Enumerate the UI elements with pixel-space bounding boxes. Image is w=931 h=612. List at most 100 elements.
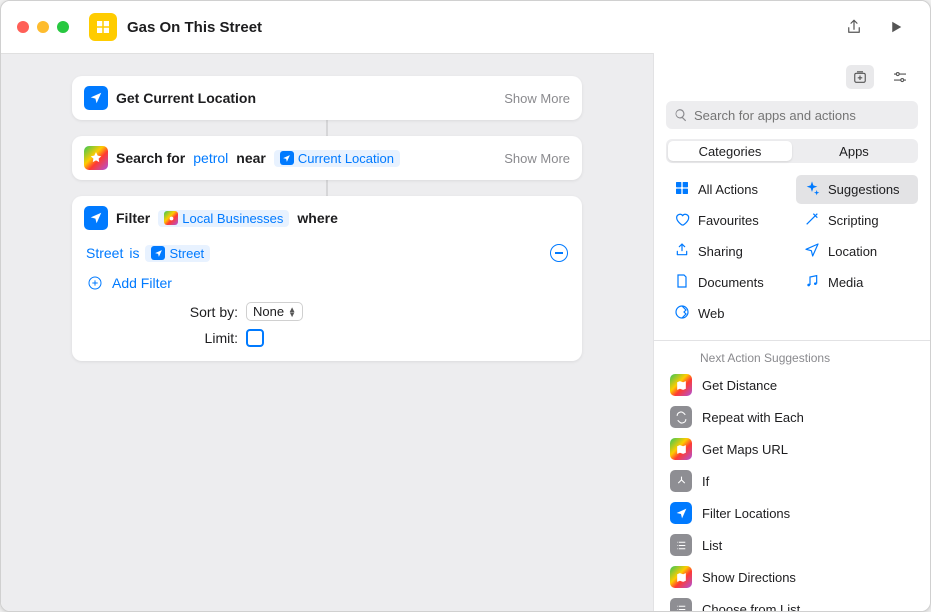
grid-icon <box>674 180 690 199</box>
filter-field-token[interactable]: Street <box>86 245 123 261</box>
close-button[interactable] <box>17 21 29 33</box>
suggestion-label: Get Distance <box>702 378 777 393</box>
filter-prefix: Filter <box>116 210 150 226</box>
updown-icon: ▲▼ <box>288 307 296 317</box>
suggestion-filter-locations[interactable]: Filter Locations <box>654 497 930 529</box>
filter-op-token[interactable]: is <box>129 245 139 261</box>
category-label: Location <box>828 244 877 259</box>
category-suggestions[interactable]: Suggestions <box>796 175 918 204</box>
actions-sidebar: Categories Apps All Actions Suggestions Fa… <box>653 53 930 611</box>
local-businesses-variable[interactable]: Local Businesses <box>158 210 289 227</box>
category-media[interactable]: Media <box>796 268 918 297</box>
maps-pill-icon <box>164 211 178 225</box>
category-scripting[interactable]: Scripting <box>796 206 918 235</box>
limit-label: Limit: <box>86 330 246 346</box>
connector <box>326 120 328 136</box>
plus-circle-icon <box>86 274 104 292</box>
suggestion-label: Choose from List <box>702 602 800 612</box>
shortcut-icon <box>89 13 117 41</box>
share-icon <box>674 242 690 261</box>
categories-apps-segmented: Categories Apps <box>666 139 918 163</box>
suggestion-label: Get Maps URL <box>702 442 788 457</box>
filter-condition-row: Street is Street <box>86 238 568 268</box>
settings-button[interactable] <box>886 65 914 89</box>
action-filter[interactable]: Filter Local Businesses where Street is … <box>72 196 582 361</box>
location-pill-icon <box>151 246 165 260</box>
where-label: where <box>297 210 337 226</box>
list-icon <box>670 534 692 556</box>
suggestions-header: Next Action Suggestions <box>654 341 930 369</box>
suggestion-label: If <box>702 474 709 489</box>
category-all-actions[interactable]: All Actions <box>666 175 788 204</box>
sort-value: None <box>253 304 284 319</box>
variable-label: Local Businesses <box>182 211 283 226</box>
window-controls <box>17 21 69 33</box>
variable-label: Street <box>169 246 204 261</box>
variable-label: Current Location <box>298 151 394 166</box>
search-query-token[interactable]: petrol <box>193 150 228 166</box>
suggestion-repeat-with-each[interactable]: Repeat with Each <box>654 401 930 433</box>
suggestion-if[interactable]: If <box>654 465 930 497</box>
category-label: All Actions <box>698 182 758 197</box>
add-filter-button[interactable]: Add Filter <box>86 268 568 298</box>
category-web[interactable]: Web <box>666 299 788 328</box>
tab-apps[interactable]: Apps <box>792 141 916 161</box>
app-window: Gas On This Street Get Current Location … <box>0 0 931 612</box>
action-search-nearby[interactable]: Search for petrol near Current Location … <box>72 136 582 180</box>
near-label: near <box>236 150 266 166</box>
category-label: Documents <box>698 275 764 290</box>
category-label: Sharing <box>698 244 743 259</box>
search-field[interactable] <box>666 101 918 129</box>
suggestion-label: Filter Locations <box>702 506 790 521</box>
heart-icon <box>674 211 690 230</box>
category-label: Media <box>828 275 863 290</box>
search-input[interactable] <box>694 108 910 123</box>
sparkle-icon <box>804 180 820 199</box>
filter-value-variable[interactable]: Street <box>145 245 210 262</box>
doc-icon <box>674 273 690 292</box>
show-more-button[interactable]: Show More <box>504 151 570 166</box>
maps-icon <box>84 146 108 170</box>
category-label: Web <box>698 306 725 321</box>
suggestion-show-directions[interactable]: Show Directions <box>654 561 930 593</box>
share-icon[interactable] <box>844 17 864 37</box>
branch-icon <box>670 470 692 492</box>
sort-by-label: Sort by: <box>86 304 246 320</box>
action-get-current-location[interactable]: Get Current Location Show More <box>72 76 582 120</box>
connector <box>326 180 328 196</box>
media-icon <box>804 273 820 292</box>
show-more-button[interactable]: Show More <box>504 91 570 106</box>
limit-checkbox[interactable] <box>246 329 264 347</box>
location-pill-icon <box>280 151 294 165</box>
library-button[interactable] <box>846 65 874 89</box>
category-label: Favourites <box>698 213 759 228</box>
suggestion-get-maps-url[interactable]: Get Maps URL <box>654 433 930 465</box>
list-icon <box>670 598 692 611</box>
suggestion-label: List <box>702 538 722 553</box>
category-sharing[interactable]: Sharing <box>666 237 788 266</box>
minimize-button[interactable] <box>37 21 49 33</box>
suggestions-list: Get Distance Repeat with Each Get Maps URL… <box>654 369 930 611</box>
location-icon <box>670 502 692 524</box>
remove-condition-button[interactable] <box>550 244 568 262</box>
suggestion-list[interactable]: List <box>654 529 930 561</box>
tab-categories[interactable]: Categories <box>668 141 792 161</box>
category-documents[interactable]: Documents <box>666 268 788 297</box>
categories-grid: All Actions Suggestions Favourites Scriptin… <box>654 175 930 340</box>
location-icon <box>84 86 108 110</box>
zoom-button[interactable] <box>57 21 69 33</box>
maps-icon <box>670 566 692 588</box>
suggestion-get-distance[interactable]: Get Distance <box>654 369 930 401</box>
maps-icon <box>670 374 692 396</box>
workflow-canvas[interactable]: Get Current Location Show More Search fo… <box>1 53 653 611</box>
suggestion-choose-from-list[interactable]: Choose from List <box>654 593 930 611</box>
current-location-variable[interactable]: Current Location <box>274 150 400 167</box>
sort-by-select[interactable]: None ▲▼ <box>246 302 303 321</box>
suggestion-label: Show Directions <box>702 570 796 585</box>
shortcut-title: Gas On This Street <box>127 19 844 36</box>
action-title: Get Current Location <box>116 90 256 106</box>
category-location[interactable]: Location <box>796 237 918 266</box>
category-favourites[interactable]: Favourites <box>666 206 788 235</box>
repeat-icon <box>670 406 692 428</box>
run-icon[interactable] <box>886 17 906 37</box>
